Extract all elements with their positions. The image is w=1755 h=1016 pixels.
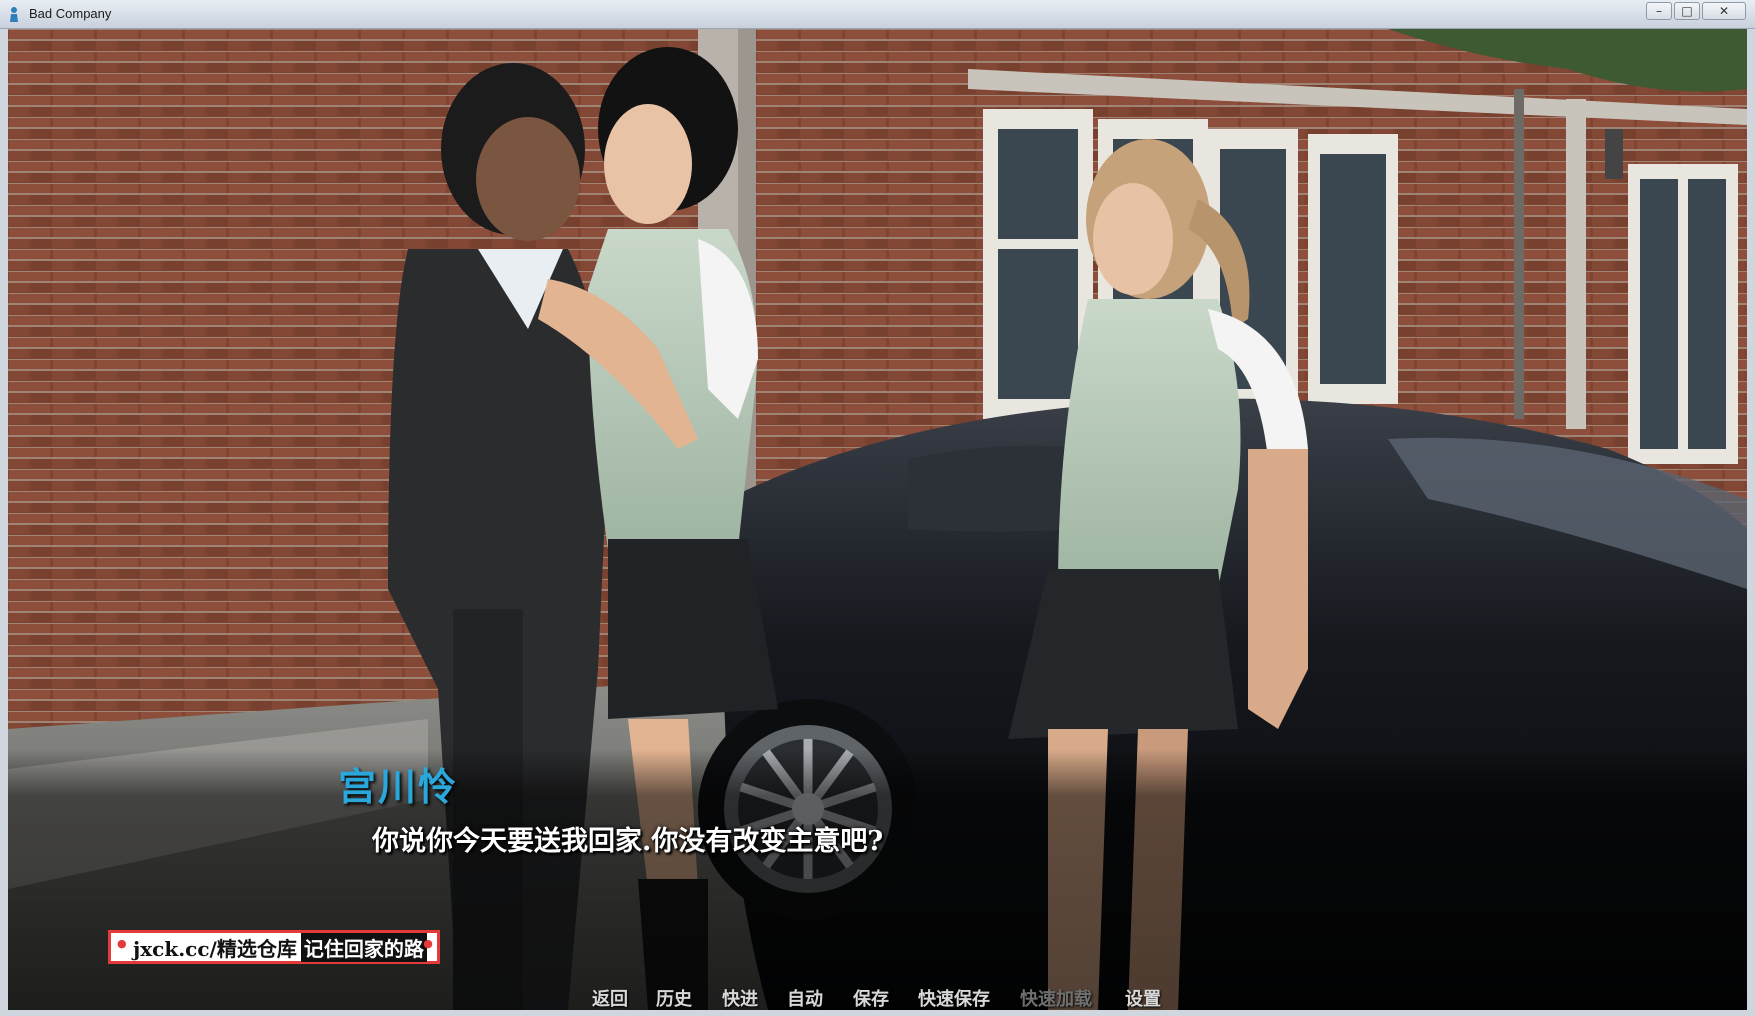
dialogue-box[interactable] <box>8 749 1747 1010</box>
quick-menu-quick-save[interactable]: 快速保存 <box>918 985 990 1010</box>
quick-menu-history[interactable]: 历史 <box>656 985 692 1010</box>
minimize-icon: – <box>1656 4 1662 18</box>
title-bar[interactable]: Bad Company – □ ✕ <box>0 0 1755 29</box>
watermark-dot-icon: ● <box>423 937 433 950</box>
window-title: Bad Company <box>29 6 112 21</box>
close-button[interactable]: ✕ <box>1702 2 1746 20</box>
speaker-name: 宫川怜 <box>338 765 459 809</box>
app-icon <box>10 7 18 22</box>
minimize-button[interactable]: – <box>1646 2 1672 20</box>
quick-menu: 返回 历史 快进 自动 保存 快速保存 快速加载 设置 <box>8 985 1747 1010</box>
maximize-icon: □ <box>1681 4 1693 18</box>
quick-menu-skip[interactable]: 快进 <box>722 985 758 1010</box>
quick-menu-save[interactable]: 保存 <box>853 985 889 1010</box>
quick-menu-back[interactable]: 返回 <box>592 985 628 1010</box>
quick-menu-auto[interactable]: 自动 <box>787 985 823 1010</box>
watermark-banner: ● jxck.cc/精选仓库 记住回家的路 ● <box>108 930 440 964</box>
watermark-slogan: 记住回家的路 <box>300 932 427 962</box>
quick-menu-quick-load[interactable]: 快速加载 <box>1020 985 1092 1010</box>
close-icon: ✕ <box>1718 4 1730 18</box>
game-viewport[interactable]: 宫川怜 你说你今天要送我回家.你没有改变主意吧? ● jxck.cc/精选仓库 … <box>8 29 1747 1010</box>
quick-menu-preferences[interactable]: 设置 <box>1125 985 1161 1010</box>
watermark-url: jxck.cc/精选仓库 <box>133 936 297 961</box>
watermark-dot-icon: ● <box>117 937 127 950</box>
maximize-button[interactable]: □ <box>1674 2 1700 20</box>
dialogue-text: 你说你今天要送我回家.你没有改变主意吧? <box>372 826 884 857</box>
